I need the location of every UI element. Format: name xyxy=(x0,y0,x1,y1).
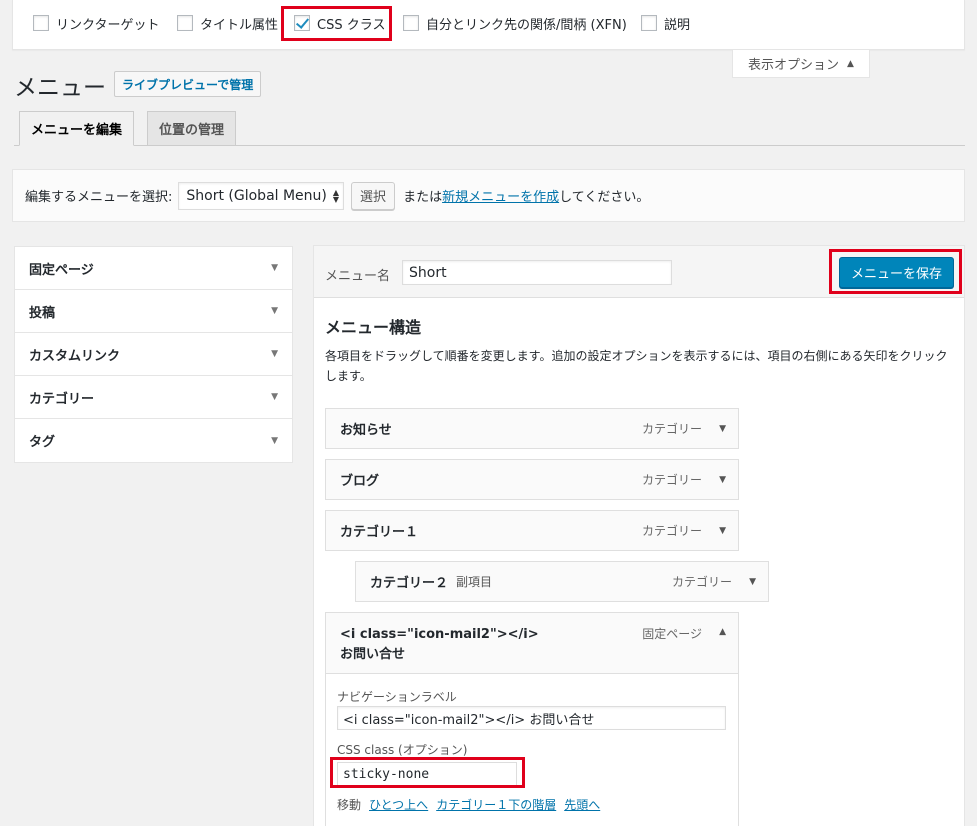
menu-item-title: <i class="icon-mail2"></i> お問い合せ xyxy=(340,627,539,662)
option-description[interactable]: 説明 xyxy=(641,13,690,33)
accordion-label: 固定ページ xyxy=(29,262,94,278)
menu-editor-panel: メニュー名 Short メニューを保存 メニュー構造 各項目をドラッグして順番を… xyxy=(313,245,965,826)
menu-item[interactable]: お知らせ カテゴリー ▼ xyxy=(325,408,739,449)
page-title: メニュー xyxy=(14,75,106,101)
subitem-label: 副項目 xyxy=(456,575,493,589)
live-preview-button[interactable]: ライブプレビューで管理 xyxy=(114,71,262,97)
caret-up-icon: ▲ xyxy=(847,58,854,69)
tab-edit-menus[interactable]: メニューを編集 xyxy=(19,111,135,146)
menu-item-title: ブログ xyxy=(340,474,380,489)
accordion-label: カスタムリンク xyxy=(29,348,121,364)
menu-item-type: カテゴリー xyxy=(641,524,702,538)
accordion-label: 投稿 xyxy=(29,305,56,321)
menu-item-expanded: <i class="icon-mail2"></i> お問い合せ 固定ページ ▲… xyxy=(325,612,739,826)
menu-structure-title: メニュー構造 xyxy=(325,318,422,337)
triangle-down-icon: ▼ xyxy=(271,263,278,273)
navigation-label-input[interactable]: <i class="icon-mail2"></i> お問い合せ xyxy=(337,706,726,730)
option-title-attribute[interactable]: タイトル属性 xyxy=(177,13,278,33)
triangle-down-icon: ▼ xyxy=(271,306,278,316)
triangle-down-icon: ▼ xyxy=(271,349,278,359)
menu-structure-description: 各項目をドラッグして順番を変更します。追加の設定オプションを表示するには、項目の… xyxy=(325,349,948,383)
menu-item-type: カテゴリー xyxy=(671,575,732,589)
accordion-label: タグ xyxy=(29,435,56,450)
select-menu-button[interactable]: 選択 xyxy=(351,181,396,210)
checkbox-title-attribute[interactable] xyxy=(177,15,193,31)
triangle-down-icon[interactable]: ▼ xyxy=(719,424,726,434)
menu-item-type: 固定ページ xyxy=(642,627,702,641)
option-link-target[interactable]: リンクターゲット xyxy=(33,13,159,33)
menu-item-title: カテゴリー２ xyxy=(370,576,449,591)
highlight-save-button xyxy=(829,249,962,294)
menu-item-type: カテゴリー xyxy=(641,422,702,436)
add-menu-items-accordion: 固定ページ ▼ 投稿 ▼ カスタムリンク ▼ カテゴリー ▼ タグ ▼ xyxy=(14,246,293,463)
menu-select-bar: 編集するメニューを選択: Short (Global Menu) ▲ ▼ 選択 ま… xyxy=(12,169,965,222)
triangle-down-icon[interactable]: ▼ xyxy=(719,475,726,485)
create-menu-link[interactable]: 新規メニューを作成 xyxy=(442,186,559,205)
option-label: 説明 xyxy=(664,17,691,33)
select-prompt: 編集するメニューを選択: xyxy=(25,190,173,205)
accordion-tags[interactable]: タグ ▼ xyxy=(15,419,292,462)
suffix-text: してください。 xyxy=(559,190,650,205)
checkbox-link-target[interactable] xyxy=(33,15,49,31)
triangle-down-icon: ▼ xyxy=(271,392,278,402)
move-row: 移動 ひとつ上へ カテゴリー１下の階層 先頭へ xyxy=(337,796,600,813)
menu-item-subitem[interactable]: カテゴリー２ 副項目 カテゴリー ▼ xyxy=(355,561,769,602)
option-label: リンクターゲット xyxy=(56,17,160,33)
move-up-link[interactable]: ひとつ上へ xyxy=(369,796,428,813)
navigation-label-caption: ナビゲーションラベル xyxy=(337,690,457,704)
option-label: タイトル属性 xyxy=(200,17,279,33)
triangle-up-icon[interactable]: ▲ xyxy=(719,627,726,637)
menu-select-value: Short (Global Menu) xyxy=(186,187,327,204)
menu-name-label: メニュー名 xyxy=(325,269,391,284)
css-class-caption: CSS class (オプション) xyxy=(337,743,468,757)
accordion-categories[interactable]: カテゴリー ▼ xyxy=(15,376,292,419)
checkbox-description[interactable] xyxy=(641,15,657,31)
highlight-css-input xyxy=(330,757,525,788)
or-text: または xyxy=(403,190,443,205)
select-arrows-icon: ▲ ▼ xyxy=(332,187,340,204)
accordion-label: カテゴリー xyxy=(29,391,95,407)
triangle-down-icon[interactable]: ▼ xyxy=(719,526,726,536)
menu-name-input[interactable]: Short xyxy=(402,260,672,285)
move-top-link[interactable]: 先頭へ xyxy=(564,796,600,813)
menu-item-title: お知らせ xyxy=(340,423,392,438)
screen-options-label: 表示オプション xyxy=(748,58,840,73)
accordion-custom-links[interactable]: カスタムリンク ▼ xyxy=(15,333,292,376)
highlight-css-option xyxy=(281,6,392,41)
screen-options-toggle[interactable]: 表示オプション ▲ xyxy=(732,50,870,78)
move-label: 移動 xyxy=(337,798,362,812)
triangle-down-icon[interactable]: ▼ xyxy=(749,577,756,587)
menu-item-expanded-header[interactable]: <i class="icon-mail2"></i> お問い合せ 固定ページ ▲ xyxy=(326,613,738,674)
menu-select[interactable]: Short (Global Menu) ▲ ▼ xyxy=(178,181,345,210)
accordion-posts[interactable]: 投稿 ▼ xyxy=(15,290,292,333)
triangle-down-icon: ▼ xyxy=(271,435,278,446)
option-xfn[interactable]: 自分とリンク先の関係/間柄 (XFN) xyxy=(403,13,627,33)
menu-item-type: カテゴリー xyxy=(641,473,702,487)
menu-item[interactable]: ブログ カテゴリー ▼ xyxy=(325,459,739,500)
checkbox-xfn[interactable] xyxy=(403,15,419,31)
accordion-pages[interactable]: 固定ページ ▼ xyxy=(15,247,292,290)
move-under-link[interactable]: カテゴリー１下の階層 xyxy=(436,796,556,813)
tab-manage-locations[interactable]: 位置の管理 xyxy=(147,111,237,146)
menu-item[interactable]: カテゴリー１ カテゴリー ▼ xyxy=(325,510,739,551)
menu-item-title: カテゴリー１ xyxy=(340,525,419,540)
option-label: 自分とリンク先の関係/間柄 (XFN) xyxy=(426,17,627,33)
screen-options-panel: リンクターゲット タイトル属性 CSS クラス 自分とリンク先の関係/間柄 (X… xyxy=(12,0,965,50)
